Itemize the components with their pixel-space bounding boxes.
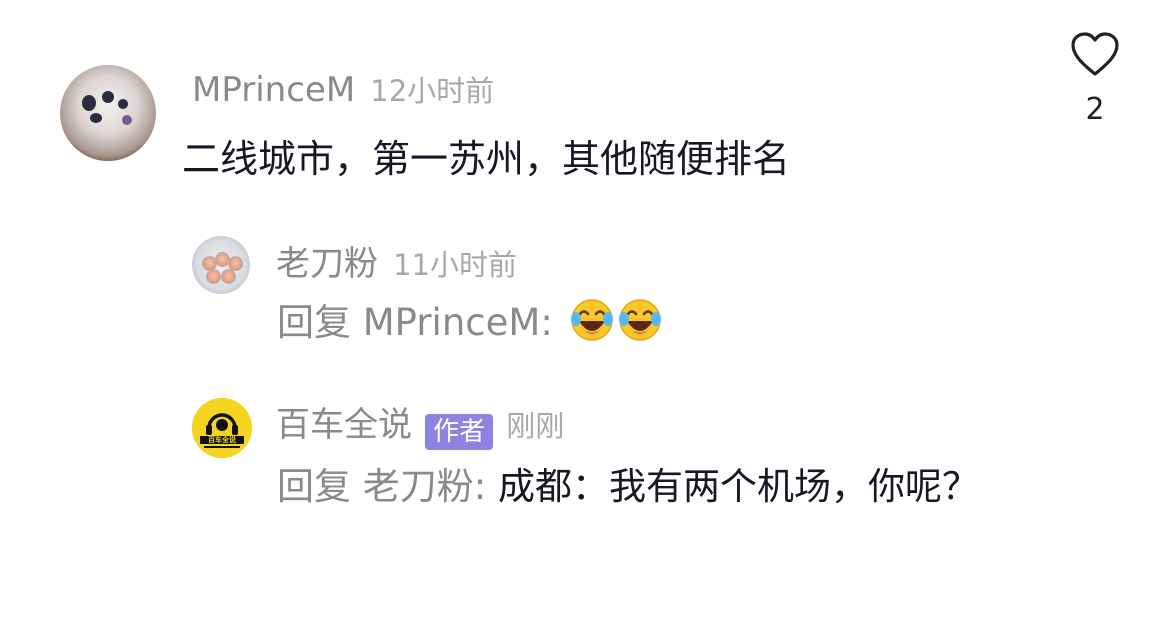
reply-prefix: 回复 老刀粉: <box>277 465 487 508</box>
avatar-detail <box>82 95 96 111</box>
reply-message: 成都：我有两个机场，你呢？ <box>498 465 979 508</box>
like-count: 2 <box>1085 92 1105 127</box>
comment-text: 二线城市，第一苏州，其他随便排名 <box>182 137 791 181</box>
avatar-detail <box>221 269 236 284</box>
avatar-detail <box>90 113 102 123</box>
reply-text: 回复 MPrinceM: <box>277 297 663 348</box>
laughing-with-tears-emoji <box>570 299 613 341</box>
reply-text: 回复 老刀粉: 成都：我有两个机场，你呢？ <box>277 462 997 512</box>
author-logo <box>192 398 252 458</box>
avatar-detail <box>206 269 221 284</box>
reply-header: 老刀粉 11小时前 <box>276 244 517 285</box>
author-badge: 作者 <box>425 413 494 450</box>
like-button[interactable]: 2 <box>1062 28 1128 138</box>
reply-time: 刚刚 <box>506 409 565 443</box>
author-avatar[interactable]: 百车全说 <box>192 398 252 458</box>
comment-header: MPrinceM 12小时前 <box>192 70 494 111</box>
avatar[interactable] <box>192 236 250 294</box>
heart-icon <box>1071 32 1119 76</box>
avatar[interactable] <box>60 65 156 161</box>
reply-time: 11小时前 <box>393 248 517 282</box>
avatar-detail <box>122 115 132 125</box>
laughing-with-tears-emoji <box>618 299 661 341</box>
author-logo-text: 百车全说 <box>208 436 236 444</box>
reply-username[interactable]: 老刀粉 <box>276 244 378 284</box>
reply-prefix: 回复 MPrinceM: <box>277 301 553 344</box>
avatar-detail <box>102 91 114 103</box>
comment-time: 12小时前 <box>370 74 495 108</box>
reply-header: 百车全说 作者 刚刚 <box>276 405 564 450</box>
avatar-detail <box>118 99 128 109</box>
reply-username[interactable]: 百车全说 <box>276 405 412 445</box>
comment-username[interactable]: MPrinceM <box>192 70 355 110</box>
